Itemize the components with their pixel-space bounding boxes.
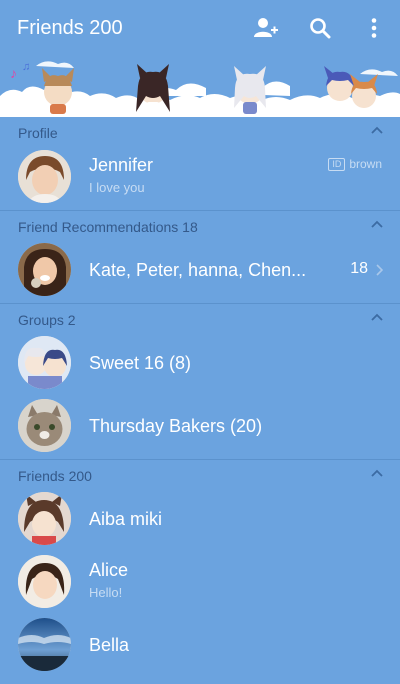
profile-status: I love you bbox=[89, 180, 145, 195]
profile-row[interactable]: Jennifer I love you ID brown bbox=[0, 145, 400, 207]
avatar bbox=[18, 336, 71, 389]
theme-banner: ♪ ♫ bbox=[0, 56, 400, 117]
recommendation-names: Kate, Peter, hanna, Chen... bbox=[89, 260, 307, 280]
recommendation-count: 18 bbox=[350, 260, 368, 277]
recommendations-row[interactable]: Kate, Peter, hanna, Chen... 18 bbox=[0, 238, 400, 300]
profile-name: Jennifer bbox=[89, 155, 154, 175]
friend-name: Bella bbox=[89, 635, 130, 655]
friend-row[interactable]: Alice Hello! bbox=[0, 550, 400, 613]
group-row[interactable]: Sweet 16 (8) bbox=[0, 331, 400, 394]
group-name: Thursday Bakers (20) bbox=[89, 416, 263, 436]
friend-name: Alice bbox=[89, 560, 129, 580]
section-header-groups[interactable]: Groups 2 bbox=[0, 303, 400, 331]
svg-text:♪: ♪ bbox=[10, 65, 17, 81]
section-header-profile[interactable]: Profile bbox=[0, 117, 400, 145]
chevron-up-icon[interactable] bbox=[370, 125, 384, 135]
avatar bbox=[18, 150, 71, 203]
more-vert-icon[interactable] bbox=[360, 14, 388, 42]
avatar bbox=[18, 399, 71, 452]
section-label-profile: Profile bbox=[18, 125, 58, 141]
friend-status: Hello! bbox=[89, 585, 123, 600]
chevron-up-icon[interactable] bbox=[370, 312, 384, 322]
id-badge: ID bbox=[328, 157, 346, 171]
section-header-friends[interactable]: Friends 200 bbox=[0, 459, 400, 487]
banner-illustration: ♪ ♫ bbox=[0, 61, 400, 117]
app-header: Friends 200 bbox=[0, 0, 400, 56]
profile-id-value: brown bbox=[349, 157, 382, 171]
section-label-friends: Friends 200 bbox=[18, 468, 92, 484]
page-title: Friends 200 bbox=[17, 16, 123, 39]
chevron-right-icon[interactable] bbox=[374, 263, 384, 277]
section-label-groups: Groups 2 bbox=[18, 312, 76, 328]
friend-name: Aiba miki bbox=[89, 509, 163, 529]
avatar bbox=[18, 618, 71, 671]
svg-text:♫: ♫ bbox=[22, 61, 30, 73]
chevron-up-icon[interactable] bbox=[370, 219, 384, 229]
group-name: Sweet 16 (8) bbox=[89, 353, 192, 373]
chevron-up-icon[interactable] bbox=[370, 468, 384, 478]
search-icon[interactable] bbox=[306, 14, 334, 42]
section-label-recommendations: Friend Recommendations 18 bbox=[18, 219, 198, 235]
group-row[interactable]: Thursday Bakers (20) bbox=[0, 394, 400, 457]
add-friend-icon[interactable] bbox=[252, 14, 280, 42]
avatar bbox=[18, 243, 71, 296]
friend-row[interactable]: Bella bbox=[0, 613, 400, 676]
avatar bbox=[18, 555, 71, 608]
section-header-recommendations[interactable]: Friend Recommendations 18 bbox=[0, 210, 400, 238]
friend-row[interactable]: Aiba miki bbox=[0, 487, 400, 550]
profile-id-tag: ID brown bbox=[328, 157, 382, 171]
avatar bbox=[18, 492, 71, 545]
